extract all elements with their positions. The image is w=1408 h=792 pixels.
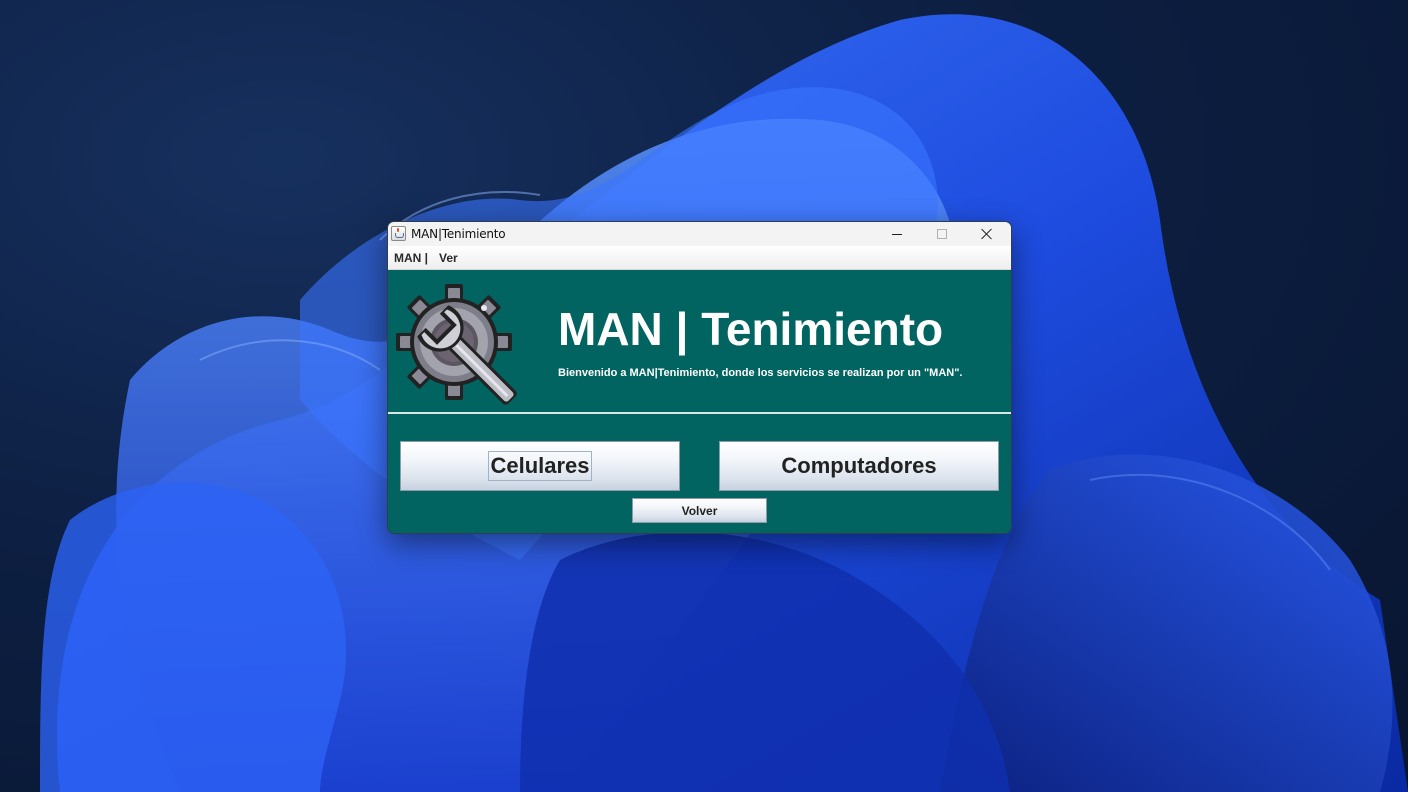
celulares-label: Celulares: [488, 451, 592, 481]
title-bar[interactable]: MAN|Tenimiento: [388, 222, 1011, 246]
app-window: MAN|Tenimiento MAN | Ver MAN | Tenimient…: [387, 221, 1012, 534]
window-title: MAN|Tenimiento: [411, 227, 506, 241]
java-cup-icon: [391, 226, 406, 241]
minimize-icon: [892, 233, 902, 235]
close-button[interactable]: [964, 222, 1010, 246]
close-icon: [981, 228, 993, 240]
divider: [388, 412, 1011, 414]
maximize-button[interactable]: [919, 222, 965, 246]
menu-ver[interactable]: Ver: [439, 251, 458, 265]
volver-label: Volver: [681, 503, 718, 518]
page-title: MAN | Tenimiento: [558, 303, 944, 355]
volver-button[interactable]: Volver: [632, 498, 767, 523]
gear-wrench-icon: [396, 284, 517, 405]
menu-man[interactable]: MAN |: [394, 251, 428, 265]
computadores-button[interactable]: Computadores: [719, 441, 999, 491]
desktop: MAN|Tenimiento MAN | Ver MAN | Tenimient…: [0, 0, 1408, 792]
maximize-icon: [937, 229, 947, 239]
minimize-button[interactable]: [874, 222, 920, 246]
welcome-text: Bienvenido a MAN|Tenimiento, donde los s…: [558, 367, 963, 379]
computadores-label: Computadores: [781, 453, 937, 478]
menu-bar: MAN | Ver: [388, 246, 1011, 270]
celulares-button[interactable]: Celulares: [400, 441, 680, 491]
